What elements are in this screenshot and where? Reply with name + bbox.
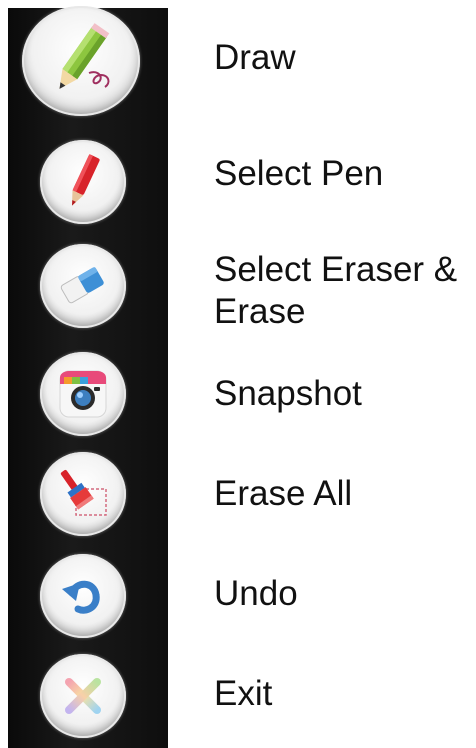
- select-eraser-button[interactable]: [40, 244, 126, 328]
- camera-icon: [56, 367, 110, 421]
- undo-button[interactable]: [40, 554, 126, 638]
- brush-icon: [54, 467, 112, 521]
- exit-label: Exit: [214, 674, 273, 713]
- undo-label: Undo: [214, 574, 298, 613]
- undo-icon: [58, 571, 108, 621]
- select-eraser-label-line2: Erase: [214, 292, 306, 331]
- select-pen-button[interactable]: [40, 140, 126, 224]
- eraser-icon: [55, 261, 111, 311]
- exit-button[interactable]: [40, 654, 126, 738]
- red-pen-icon: [55, 152, 111, 212]
- snapshot-button[interactable]: [40, 352, 126, 436]
- erase-all-label: Erase All: [214, 474, 353, 513]
- draw-button[interactable]: [22, 6, 140, 116]
- select-eraser-label: Select Eraser &: [214, 250, 458, 289]
- erase-all-button[interactable]: [40, 452, 126, 536]
- draw-label: Draw: [214, 38, 296, 77]
- snapshot-label: Snapshot: [214, 374, 362, 413]
- select-pen-label: Select Pen: [214, 154, 384, 193]
- pencil-icon: [39, 21, 123, 101]
- close-icon: [59, 672, 107, 720]
